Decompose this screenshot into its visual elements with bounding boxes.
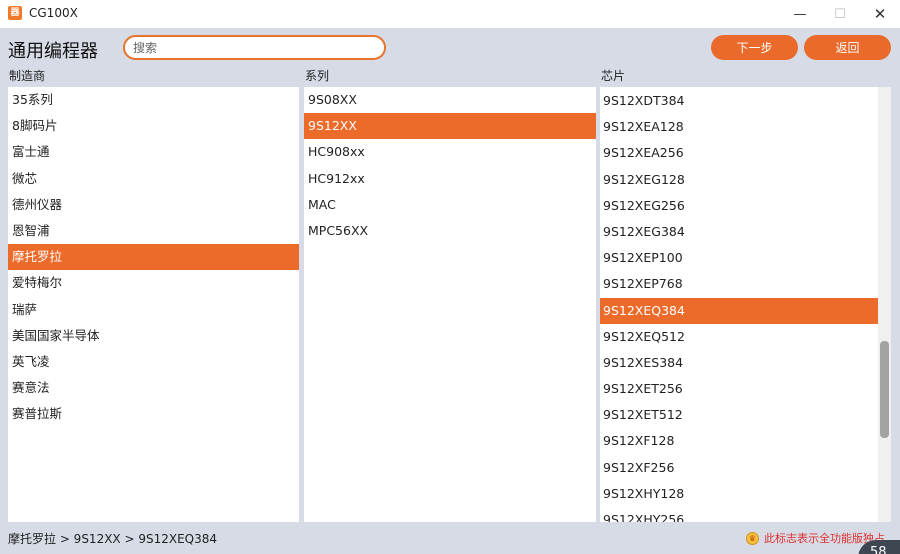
manufacturer-list-item[interactable]: 微芯 [8, 166, 299, 192]
manufacturer-list-item[interactable]: 瑞萨 [8, 297, 299, 323]
manufacturer-list-item[interactable]: 赛意法 [8, 375, 299, 401]
manufacturer-list[interactable]: 35系列 8脚码片 富士通 微芯 德州仪器 恩智浦 摩托罗拉 爱特梅尔 瑞萨 美国国家半导体 英飞凌… [8, 87, 299, 522]
series-list-item[interactable]: 9S08XX [304, 87, 596, 113]
chip-list-item[interactable]: 9S12XEP100 [600, 245, 879, 271]
title-bar: 器 CG100X — ☐ ✕ [0, 0, 900, 28]
series-list-item[interactable]: HC908xx [304, 139, 596, 165]
manufacturer-list-item[interactable]: 爱特梅尔 [8, 270, 299, 296]
chip-list[interactable]: 9S12XDT384 9S12XEA128 9S12XEA256 9S12XEG128… [600, 87, 891, 522]
chip-list-item[interactable]: 9S12XEQ384 [600, 297, 879, 324]
chip-list-item[interactable]: 9S12XEG384 [600, 219, 879, 245]
series-list[interactable]: 9S08XX 9S12XX HC908xx HC912xx MAC MPC56XX [304, 87, 596, 522]
manufacturer-list-item[interactable]: 德州仪器 [8, 192, 299, 218]
page-title: 通用编程器 [8, 41, 98, 62]
manufacturer-column-label: 制造商 [9, 69, 46, 83]
chip-list-item[interactable]: 9S12XEP768 [600, 271, 879, 297]
manufacturer-list-item[interactable]: 富士通 [8, 139, 299, 165]
manufacturer-list-item[interactable]: 35系列 [8, 87, 299, 113]
manufacturer-list-item[interactable]: 美国国家半导体 [8, 323, 299, 349]
close-button[interactable]: ✕ [860, 0, 900, 28]
series-list-item[interactable]: MAC [304, 192, 596, 218]
chip-list-item[interactable]: 9S12XF256 [600, 455, 879, 481]
next-step-button[interactable]: 下一步 [711, 35, 798, 60]
chip-list-item[interactable]: 9S12XEG128 [600, 167, 879, 193]
chip-list-item[interactable]: 9S12XHY256 [600, 507, 879, 522]
chip-column-label: 芯片 [601, 69, 626, 83]
app-logo-icon: 器 [8, 6, 22, 20]
minimize-button[interactable]: — [780, 0, 820, 28]
chip-list-item[interactable]: 9S12XHY128 [600, 481, 879, 507]
manufacturer-list-item[interactable]: 恩智浦 [8, 218, 299, 244]
chip-list-scrollbar[interactable] [878, 87, 891, 522]
chip-list-item[interactable]: 9S12XEQ512 [600, 324, 879, 350]
window-title: CG100X [29, 6, 78, 20]
maximize-button[interactable]: ☐ [820, 0, 860, 28]
manufacturer-list-item[interactable]: 赛普拉斯 [8, 401, 299, 427]
manufacturer-list-item[interactable]: 8脚码片 [8, 113, 299, 139]
manufacturer-list-item[interactable]: 英飞凌 [8, 349, 299, 375]
chip-list-item[interactable]: 9S12XES384 [600, 350, 879, 376]
chip-list-item[interactable]: 9S12XF128 [600, 428, 879, 454]
series-list-item[interactable]: HC912xx [304, 166, 596, 192]
chip-list-item[interactable]: 9S12XEA256 [600, 140, 879, 166]
chip-list-item[interactable]: 9S12XET512 [600, 402, 879, 428]
chip-list-scroll-thumb[interactable] [880, 340, 889, 438]
manufacturer-list-item[interactable]: 摩托罗拉 [8, 244, 299, 271]
back-button[interactable]: 返回 [804, 35, 891, 60]
crown-icon: ♛ [746, 531, 759, 545]
chip-list-item[interactable]: 9S12XEA128 [600, 114, 879, 140]
series-list-item[interactable]: MPC56XX [304, 218, 596, 244]
chip-list-item[interactable]: 9S12XDT384 [600, 88, 879, 114]
chip-list-item[interactable]: 9S12XET256 [600, 376, 879, 402]
search-input[interactable] [123, 35, 386, 60]
series-column-label: 系列 [305, 69, 330, 83]
series-list-item[interactable]: 9S12XX [304, 113, 596, 140]
chip-list-item[interactable]: 9S12XEG256 [600, 193, 879, 219]
selection-breadcrumb: 摩托罗拉 > 9S12XX > 9S12XEQ384 [8, 532, 218, 546]
